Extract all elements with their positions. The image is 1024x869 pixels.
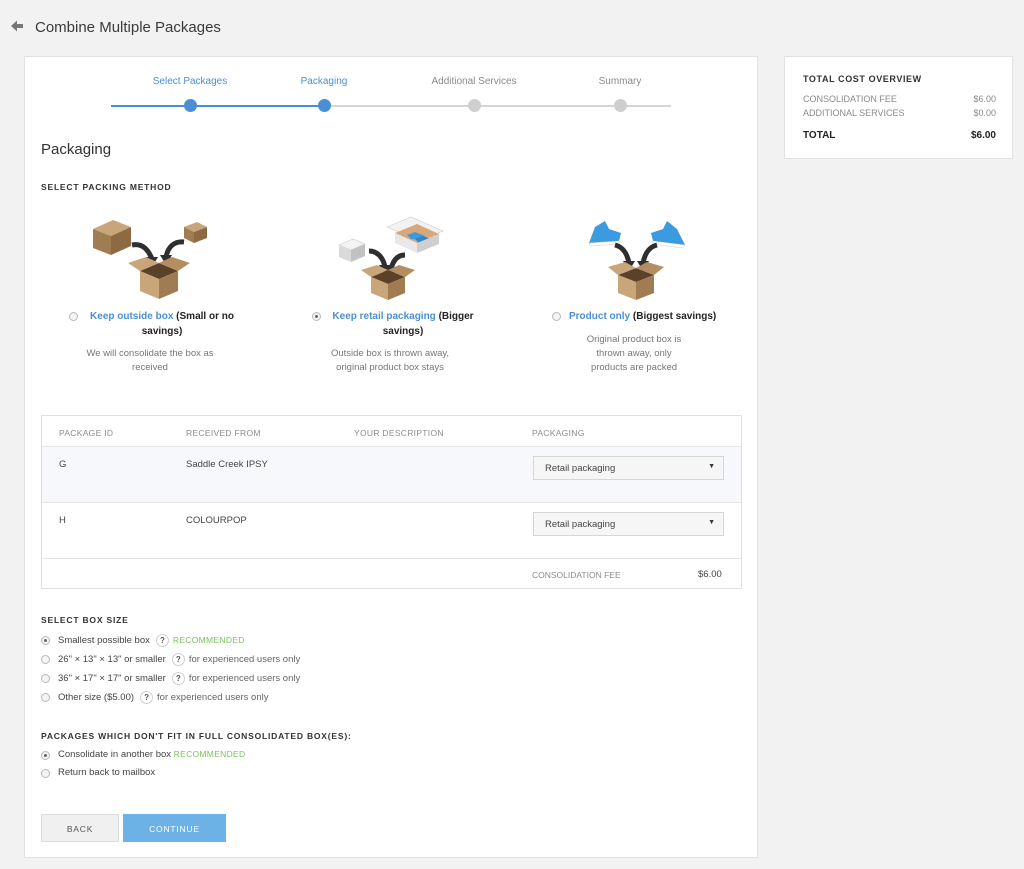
option-keep-retail-title: Keep retail packaging (Bigger savings)	[328, 309, 478, 339]
help-icon[interactable]: ?	[140, 691, 154, 704]
step-additional-services[interactable]: Additional Services	[414, 76, 534, 87]
box-36-label: 36" × 17" × 17" or smaller	[58, 673, 166, 685]
step-dot-summary	[614, 99, 627, 112]
packaging-select[interactable]: Retail packaging ▼	[533, 456, 724, 480]
table-row: H COLOURPOP Retail packaging ▼	[42, 502, 741, 559]
packages-table: PACKAGE ID RECEIVED FROM YOUR DESCRIPTIO…	[41, 415, 742, 589]
summary-line-label: ADDITIONAL SERVICES	[803, 108, 905, 118]
col-packaging: PACKAGING	[532, 428, 585, 438]
package-id: G	[59, 459, 67, 470]
page-header: Combine Multiple Packages	[0, 0, 1024, 56]
summary-total-label: TOTAL	[803, 130, 836, 141]
summary-title: TOTAL COST OVERVIEW	[803, 74, 922, 84]
help-icon[interactable]: ?	[171, 653, 185, 666]
step-packaging[interactable]: Packaging	[264, 76, 384, 87]
box-size-heading: SELECT BOX SIZE	[41, 615, 129, 625]
recommended-badge: RECOMMENDED	[173, 749, 246, 759]
radio-product-only[interactable]	[552, 312, 561, 321]
product-only-link[interactable]: Product only	[569, 311, 630, 322]
consolidation-fee-value: $6.00	[698, 569, 722, 580]
experienced-note: for experienced users only	[188, 673, 301, 685]
keep-retail-packaging-desc: Outside box is thrown away, original pro…	[330, 348, 450, 373]
received-from: Saddle Creek IPSY	[186, 459, 268, 470]
back-button[interactable]: BACK	[41, 814, 119, 842]
recommended-badge: RECOMMENDED	[172, 635, 245, 646]
product-only-desc: Original product box is thrown away, onl…	[586, 334, 682, 373]
summary-line-consolidation-fee: CONSOLIDATION FEE $6.00	[803, 94, 996, 104]
other-size-label: Other size ($5.00)	[58, 692, 135, 704]
section-title: Packaging	[41, 141, 112, 158]
box-26-label: 26" × 13" × 13" or smaller	[58, 654, 166, 666]
step-dot-additional-services	[468, 99, 481, 112]
received-from: COLOURPOP	[186, 515, 247, 526]
return-to-mailbox-label: Return back to mailbox	[58, 767, 156, 778]
radio-other-size[interactable]	[41, 693, 50, 702]
overflow-heading: PACKAGES WHICH DON'T FIT IN FULL CONSOLI…	[41, 731, 352, 741]
summary-line-additional-services: ADDITIONAL SERVICES $0.00	[803, 108, 996, 118]
arrow-left-icon[interactable]	[9, 18, 25, 34]
page-title: Combine Multiple Packages	[35, 19, 221, 36]
total-cost-overview-card: TOTAL COST OVERVIEW CONSOLIDATION FEE $6…	[784, 56, 1013, 159]
product-only-savings: (Biggest savings)	[632, 311, 717, 322]
col-your-description: YOUR DESCRIPTION	[354, 428, 444, 438]
experienced-note: for experienced users only	[157, 692, 269, 704]
summary-line-label: CONSOLIDATION FEE	[803, 94, 897, 104]
summary-line-value: $6.00	[973, 94, 996, 104]
radio-keep-retail-packaging[interactable]	[312, 312, 321, 321]
radio-smallest-box[interactable]	[41, 636, 50, 645]
consolidate-another-box-label: Consolidate in another box	[58, 749, 172, 760]
chevron-down-icon: ▼	[708, 463, 715, 470]
col-received-from: RECEIVED FROM	[186, 428, 261, 438]
option-keep-outside-box-title: Keep outside box (Small or no savings)	[87, 309, 237, 339]
summary-total-value: $6.00	[970, 130, 996, 141]
step-summary[interactable]: Summary	[560, 76, 680, 87]
continue-button[interactable]: CONTINUE	[123, 814, 226, 842]
step-dot-select-packages	[184, 99, 197, 112]
retail-box-illustration	[338, 216, 444, 300]
radio-box-26[interactable]	[41, 655, 50, 664]
package-id: H	[59, 515, 66, 526]
packaging-select[interactable]: Retail packaging ▼	[533, 512, 724, 536]
radio-keep-outside-box[interactable]	[69, 312, 78, 321]
keep-outside-box-link[interactable]: Keep outside box	[90, 311, 173, 322]
packing-method-heading: SELECT PACKING METHOD	[41, 182, 172, 192]
keep-outside-box-desc: We will consolidate the box as received	[86, 348, 214, 373]
summary-line-value: $0.00	[973, 108, 996, 118]
experienced-note: for experienced users only	[188, 654, 301, 666]
step-dot-packaging	[318, 99, 331, 112]
sneakers-illustration	[588, 221, 686, 300]
radio-consolidate-another-box[interactable]	[41, 751, 50, 760]
consolidation-fee-label: CONSOLIDATION FEE	[532, 570, 621, 580]
stepper-progress-line	[111, 105, 323, 107]
radio-box-36[interactable]	[41, 674, 50, 683]
help-icon[interactable]: ?	[171, 672, 185, 685]
keep-retail-packaging-link[interactable]: Keep retail packaging	[332, 311, 435, 322]
chevron-down-icon: ▼	[708, 519, 715, 526]
packaging-select-value: Retail packaging	[545, 519, 616, 530]
packaging-select-value: Retail packaging	[545, 463, 616, 474]
help-icon[interactable]: ?	[155, 634, 169, 647]
step-select-packages[interactable]: Select Packages	[130, 76, 250, 87]
summary-total-row: TOTAL $6.00	[803, 130, 996, 141]
box-into-box-illustration	[93, 220, 207, 299]
main-card: Select Packages Packaging Additional Ser…	[24, 56, 758, 858]
radio-return-to-mailbox[interactable]	[41, 769, 50, 778]
smallest-box-label: Smallest possible box	[58, 635, 150, 647]
table-row: G Saddle Creek IPSY Retail packaging ▼	[42, 446, 741, 503]
option-product-only-title: Product only (Biggest savings)	[569, 309, 729, 324]
col-package-id: PACKAGE ID	[59, 428, 114, 438]
consolidation-fee-row: CONSOLIDATION FEE $6.00	[42, 558, 741, 589]
